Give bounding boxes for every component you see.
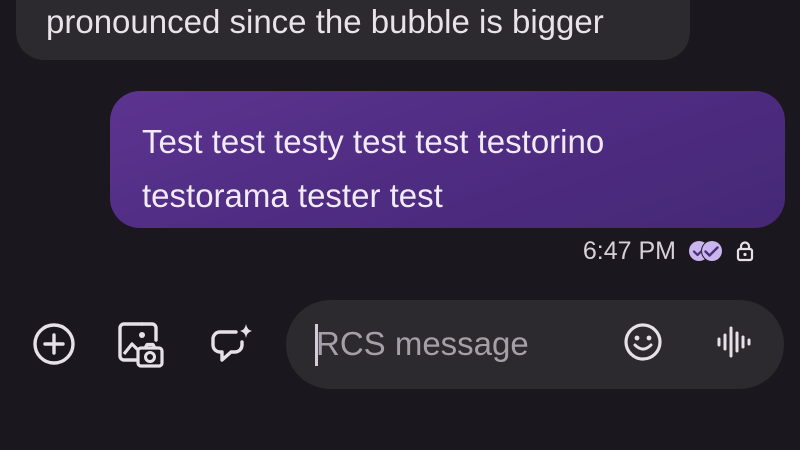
outgoing-message-line: Test test testy test test testorino <box>142 123 605 160</box>
incoming-message-bubble[interactable]: pronounced since the bubble is bigger <box>16 0 690 60</box>
compose-bar[interactable] <box>286 300 784 389</box>
gallery-camera-icon <box>114 318 166 375</box>
message-timestamp: 6:47 PM <box>582 236 676 265</box>
add-attachment-button[interactable] <box>30 322 78 370</box>
emoji-button[interactable] <box>620 321 666 367</box>
ai-compose-icon <box>206 318 258 375</box>
message-input[interactable] <box>312 322 616 366</box>
add-icon <box>30 320 78 373</box>
lock-icon <box>736 240 756 262</box>
voice-message-button[interactable] <box>710 321 756 367</box>
read-receipt-icon <box>688 240 724 262</box>
emoji-icon <box>622 321 664 368</box>
ai-compose-button[interactable] <box>208 322 256 370</box>
voice-message-icon <box>713 322 753 367</box>
text-caret <box>315 324 318 366</box>
gallery-camera-button[interactable] <box>116 321 164 370</box>
message-status-row: 6:47 PM <box>583 234 756 268</box>
messages-screen: pronounced since the bubble is bigger Te… <box>0 0 800 450</box>
outgoing-message-line: testorama tester test <box>142 177 443 214</box>
outgoing-message-bubble[interactable]: Test test testy test test testorino test… <box>110 91 785 228</box>
incoming-message-text: pronounced since the bubble is bigger <box>46 3 604 40</box>
